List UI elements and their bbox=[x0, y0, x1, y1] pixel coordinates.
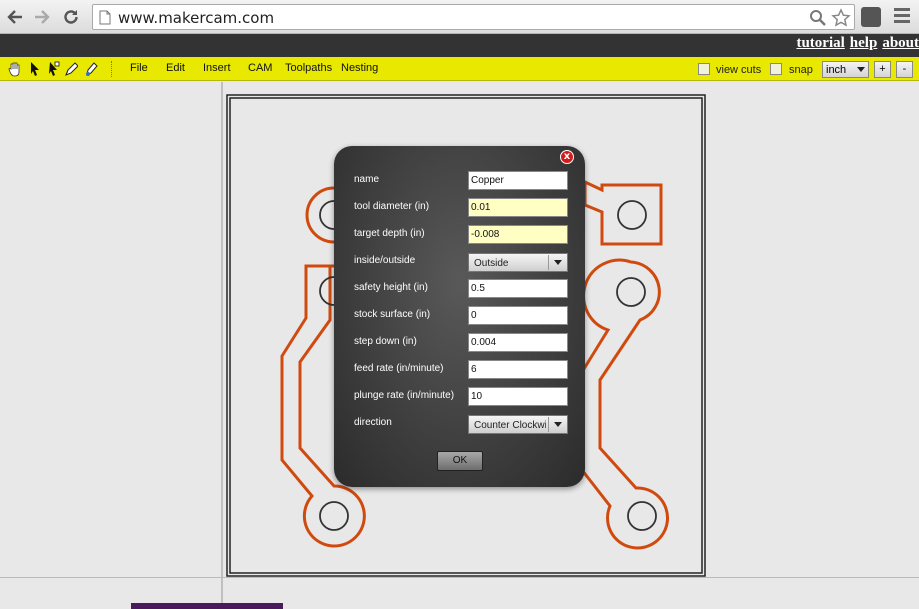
stock-surface-input[interactable]: 0 bbox=[468, 306, 568, 325]
field-row-name: name Copper bbox=[334, 171, 585, 193]
unit-value: inch bbox=[826, 64, 847, 76]
select-value: Counter Clockwise bbox=[474, 420, 546, 431]
pen-tool-icon[interactable] bbox=[64, 61, 78, 77]
close-icon[interactable]: x bbox=[560, 150, 574, 164]
field-row-plunge-rate: plunge rate (in/minute) 10 bbox=[334, 387, 585, 409]
node-tool-icon[interactable] bbox=[46, 61, 60, 77]
trace-right bbox=[580, 258, 670, 550]
drill-hole bbox=[617, 200, 647, 230]
view-cuts-label: view cuts bbox=[716, 64, 762, 76]
site-header: tutorial help about bbox=[0, 34, 919, 57]
field-row-tool-diameter: tool diameter (in) 0.01 bbox=[334, 198, 585, 220]
trace-pad-square bbox=[583, 179, 663, 246]
zoom-in-button[interactable]: + bbox=[874, 61, 891, 78]
reload-icon[interactable] bbox=[60, 6, 82, 28]
status-bar-segment bbox=[131, 603, 283, 609]
inside-outside-select[interactable]: Outside bbox=[468, 253, 568, 272]
tool-diameter-input[interactable]: 0.01 bbox=[468, 198, 568, 217]
about-link[interactable]: about bbox=[882, 35, 919, 52]
field-label: inside/outside bbox=[354, 255, 416, 266]
help-link[interactable]: help bbox=[850, 35, 878, 52]
field-row-safety-height: safety height (in) 0.5 bbox=[334, 279, 585, 301]
field-row-inside-outside: inside/outside Outside bbox=[334, 252, 585, 274]
status-divider bbox=[0, 577, 919, 578]
feed-rate-input[interactable]: 6 bbox=[468, 360, 568, 379]
browser-chrome: www.makercam.com bbox=[0, 0, 919, 34]
chrome-menu-icon[interactable] bbox=[894, 8, 910, 24]
safety-height-input[interactable]: 0.5 bbox=[468, 279, 568, 298]
field-label: safety height (in) bbox=[354, 282, 428, 293]
drill-hole bbox=[616, 277, 646, 307]
snap-label: snap bbox=[789, 64, 813, 76]
snap-checkbox[interactable] bbox=[770, 63, 782, 75]
zoom-out-button[interactable]: - bbox=[896, 61, 913, 78]
field-label: direction bbox=[354, 417, 392, 428]
forward-icon[interactable] bbox=[31, 6, 53, 28]
menu-insert[interactable]: Insert bbox=[203, 62, 231, 74]
menu-edit[interactable]: Edit bbox=[166, 62, 185, 74]
profile-operation-dialog: x name Copper tool diameter (in) 0.01 ta… bbox=[334, 146, 585, 487]
url-text: www.makercam.com bbox=[118, 9, 275, 27]
target-depth-input[interactable]: -0.008 bbox=[468, 225, 568, 244]
drill-hole bbox=[627, 501, 657, 531]
chevron-down-icon bbox=[548, 417, 566, 432]
field-row-target-depth: target depth (in) -0.008 bbox=[334, 225, 585, 247]
field-label: feed rate (in/minute) bbox=[354, 363, 444, 374]
field-row-stock-surface: stock surface (in) 0 bbox=[334, 306, 585, 328]
tutorial-link[interactable]: tutorial bbox=[796, 35, 844, 52]
drill-hole bbox=[319, 501, 349, 531]
field-label: tool diameter (in) bbox=[354, 201, 430, 212]
back-icon[interactable] bbox=[4, 6, 26, 28]
chevron-down-icon bbox=[857, 67, 865, 72]
field-row-feed-rate: feed rate (in/minute) 6 bbox=[334, 360, 585, 382]
direction-select[interactable]: Counter Clockwise bbox=[468, 415, 568, 434]
menu-cam[interactable]: CAM bbox=[248, 62, 272, 74]
extension-icon[interactable] bbox=[861, 7, 881, 27]
page-icon bbox=[99, 10, 111, 25]
hand-tool-icon[interactable] bbox=[8, 61, 22, 77]
field-label: target depth (in) bbox=[354, 228, 425, 239]
toolbar-divider bbox=[111, 61, 112, 77]
node-edit-tool-icon[interactable] bbox=[84, 61, 98, 77]
chevron-down-icon bbox=[548, 255, 566, 270]
field-label: stock surface (in) bbox=[354, 309, 431, 320]
plunge-rate-input[interactable]: 10 bbox=[468, 387, 568, 406]
menu-file[interactable]: File bbox=[130, 62, 148, 74]
field-label: step down (in) bbox=[354, 336, 417, 347]
field-row-direction: direction Counter Clockwise bbox=[334, 414, 585, 436]
field-label: name bbox=[354, 174, 380, 185]
select-value: Outside bbox=[474, 258, 509, 269]
view-cuts-checkbox[interactable] bbox=[698, 63, 710, 75]
zoom-icon[interactable] bbox=[809, 9, 827, 27]
unit-select[interactable]: inch bbox=[822, 61, 869, 78]
name-input[interactable]: Copper bbox=[468, 171, 568, 190]
address-bar[interactable]: www.makercam.com bbox=[92, 4, 855, 30]
star-icon[interactable] bbox=[831, 8, 851, 28]
menu-nesting[interactable]: Nesting bbox=[341, 62, 378, 74]
app-toolbar: File Edit Insert CAM Toolpaths Nesting v… bbox=[0, 57, 919, 81]
step-down-input[interactable]: 0.004 bbox=[468, 333, 568, 352]
field-row-step-down: step down (in) 0.004 bbox=[334, 333, 585, 355]
menu-toolpaths[interactable]: Toolpaths bbox=[285, 62, 332, 74]
ok-button[interactable]: OK bbox=[437, 451, 483, 471]
field-label: plunge rate (in/minute) bbox=[354, 390, 455, 401]
pointer-tool-icon[interactable] bbox=[28, 61, 42, 77]
